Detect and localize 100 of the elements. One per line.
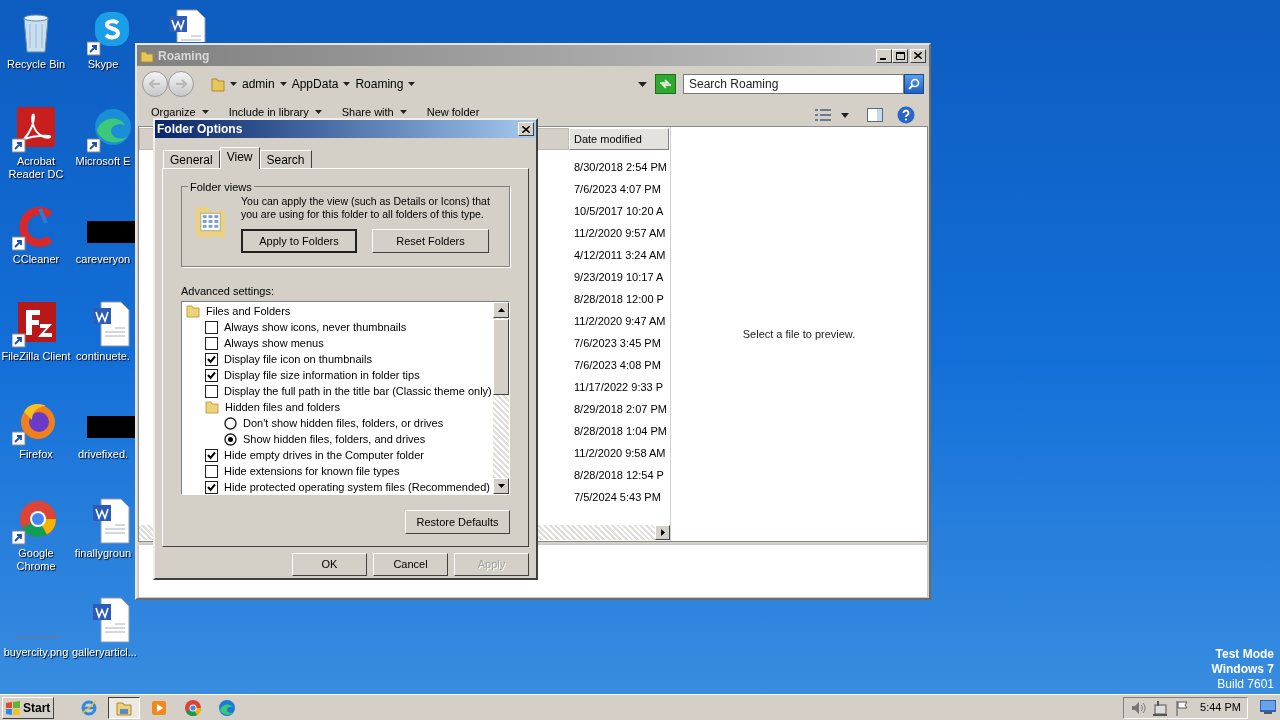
minimize-icon: [880, 57, 888, 60]
flag-icon[interactable]: [1174, 699, 1190, 716]
setting-label[interactable]: Display the full path in the title bar (Classic theme only): [224, 382, 492, 400]
desktop-icon-label[interactable]: FileZilla Client: [0, 350, 72, 363]
desktop-icon-label[interactable]: Skype: [72, 58, 134, 71]
setting-label[interactable]: Hide protected operating system files (Recommended): [224, 478, 490, 494]
checkbox[interactable]: [205, 336, 218, 350]
setting-label[interactable]: Always show icons, never thumbnails: [224, 318, 407, 336]
restore-defaults-button[interactable]: Restore Defaults: [405, 510, 510, 534]
system-watermark-text: Build 7601: [1217, 677, 1274, 692]
desktop-icon-label[interactable]: Microsoft E: [72, 155, 134, 168]
desktop-icon-label[interactable]: galleryarticl...: [72, 646, 134, 659]
search-button[interactable]: [904, 74, 924, 94]
dropdown-caret-icon[interactable]: [343, 82, 351, 86]
breadcrumb-item[interactable]: AppData: [291, 75, 339, 93]
minimize-button[interactable]: [876, 48, 892, 63]
setting-label[interactable]: Hide extensions for known file types: [224, 462, 400, 480]
view-options-icon[interactable]: [815, 109, 831, 121]
refresh-button[interactable]: [655, 74, 676, 94]
date-cell-text: 7/5/2024 5:43 PM: [574, 490, 662, 505]
help-icon[interactable]: [897, 106, 915, 124]
forward-arrow-icon: [175, 79, 187, 89]
checkbox[interactable]: [205, 384, 218, 398]
settings-group-label: Hidden files and folders: [225, 399, 340, 415]
dropdown-caret-icon[interactable]: [841, 112, 849, 118]
close-icon: [914, 52, 922, 59]
setting-label[interactable]: Display file size information in folder tips: [224, 366, 420, 384]
desktop-icon-label[interactable]: Recycle Bin: [0, 58, 72, 71]
checkbox[interactable]: [205, 448, 218, 462]
vertical-scrollbar[interactable]: [493, 302, 509, 494]
radio-button[interactable]: [224, 416, 237, 430]
folder-icon: [205, 400, 219, 414]
desktop-icon-label[interactable]: Acrobat Reader DC: [0, 155, 72, 181]
dialog-button[interactable]: Cancel: [373, 553, 448, 576]
checkbox[interactable]: [205, 368, 218, 382]
down-arrow-icon: [497, 484, 505, 488]
toolbar-button[interactable]: Organize: [151, 106, 209, 118]
dropdown-caret-icon[interactable]: [230, 82, 237, 86]
dialog-button[interactable]: OK: [292, 553, 367, 576]
date-cell-text: 8/29/2018 2:07 PM: [574, 402, 668, 417]
column-header[interactable]: Date modified: [569, 128, 669, 150]
clock[interactable]: 5:44 PM: [1200, 699, 1241, 716]
checkbox[interactable]: [205, 464, 218, 478]
close-button[interactable]: [518, 122, 534, 136]
maximize-button[interactable]: [892, 48, 908, 63]
reset-folders-button[interactable]: Reset Folders: [372, 229, 489, 253]
date-cell-text: 8/28/2018 1:04 PM: [574, 424, 668, 439]
browser-icon: [184, 698, 202, 717]
breadcrumb-item[interactable]: Roaming: [355, 75, 404, 93]
system-watermark-text: Test Mode: [1215, 647, 1274, 662]
preview-message: Select a file to preview.: [742, 326, 856, 342]
back-arrow-icon: [149, 79, 161, 89]
desktop-icon-label[interactable]: CCleaner: [0, 253, 72, 266]
desktop-icon-label[interactable]: continuete.: [72, 350, 134, 363]
toolbar-button[interactable]: Share with: [341, 106, 407, 118]
scroll-right-button[interactable]: [655, 525, 670, 540]
show-desktop-icon[interactable]: [1260, 700, 1276, 714]
radio-button[interactable]: [224, 432, 237, 446]
caret-icon: [314, 110, 322, 114]
date-cell-text: 4/12/2011 3:24 AM: [574, 248, 667, 263]
checkbox[interactable]: [205, 352, 218, 366]
date-cell-text: 11/17/2022 9:33 P: [574, 380, 665, 395]
tab[interactable]: General: [163, 150, 220, 168]
start-button[interactable]: Start: [2, 696, 54, 719]
apply-to-folders-button[interactable]: Apply to Folders: [241, 229, 357, 253]
desktop-icon-label[interactable]: drivefixed.: [72, 448, 134, 461]
taskbar-app-button[interactable]: [108, 696, 140, 719]
scrollbar-thumb[interactable]: [493, 319, 509, 395]
desktop-icon-label[interactable]: finallygroun: [72, 547, 134, 560]
settings-group-label: Files and Folders: [206, 303, 291, 319]
dropdown-caret-icon[interactable]: [279, 82, 287, 86]
desktop-icon-label[interactable]: buyercity.png: [0, 646, 72, 659]
dropdown-caret-icon[interactable]: [408, 82, 416, 86]
search-field[interactable]: Search Roaming: [683, 74, 904, 94]
dropdown-caret-icon[interactable]: [638, 81, 647, 87]
network-icon[interactable]: [1152, 699, 1168, 716]
breadcrumb-item[interactable]: admin: [242, 75, 275, 93]
folder-icon: [186, 304, 200, 318]
checkbox[interactable]: [205, 320, 218, 334]
desktop-icon-label[interactable]: Google Chrome: [0, 547, 72, 573]
date-cell-text: 7/6/2023 3:45 PM: [574, 336, 662, 351]
tab[interactable]: View: [219, 147, 260, 169]
desktop-icon-label[interactable]: Firefox: [0, 448, 72, 461]
settings-list[interactable]: [181, 301, 510, 495]
scroll-down-button[interactable]: [493, 478, 509, 494]
setting-label[interactable]: Don't show hidden files, folders, or drives: [243, 414, 444, 432]
date-cell-text: 11/2/2020 9:58 AM: [574, 446, 667, 461]
toolbar-button[interactable]: Include in library: [228, 106, 322, 118]
close-button[interactable]: [910, 48, 926, 63]
setting-label[interactable]: Hide empty drives in the Computer folder: [224, 446, 424, 464]
setting-label[interactable]: Show hidden files, folders, and drives: [243, 430, 426, 448]
preview-pane-icon[interactable]: [867, 108, 883, 122]
scroll-up-button[interactable]: [493, 302, 509, 318]
checkbox[interactable]: [205, 480, 218, 494]
desktop-icon-label[interactable]: careveryon: [72, 253, 134, 266]
search-icon: [908, 78, 920, 90]
tab[interactable]: Search: [259, 150, 312, 168]
setting-label[interactable]: Always show menus: [224, 334, 324, 352]
setting-label[interactable]: Display file icon on thumbnails: [224, 350, 372, 368]
toolbar-button[interactable]: New folder: [426, 106, 480, 118]
